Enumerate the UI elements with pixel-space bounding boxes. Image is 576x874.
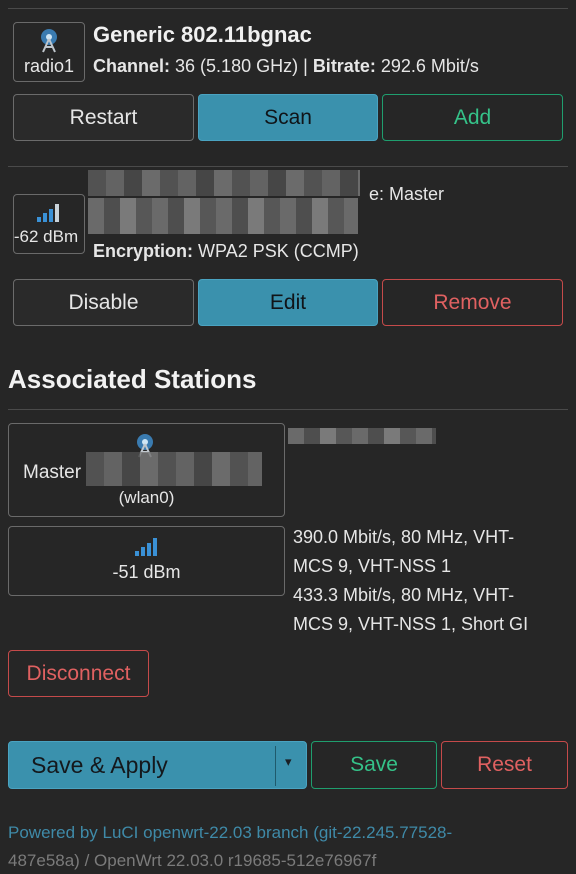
network-signal-badge: -62 dBm <box>13 194 85 254</box>
save-apply-divider <box>275 746 276 786</box>
ssid-redacted-2 <box>88 198 358 234</box>
divider-top <box>8 8 568 9</box>
radio-iface-label: radio1 <box>23 56 75 76</box>
chevron-down-icon[interactable]: ▾ <box>285 754 292 770</box>
station-signal-value: -51 dBm <box>112 562 181 582</box>
station-master-label: Master <box>23 462 82 483</box>
signal-strength-icon <box>134 538 157 556</box>
save-button[interactable]: Save <box>311 741 437 789</box>
station-rate-rx-line2: MCS 9, VHT-NSS 1 <box>293 556 452 576</box>
station-rate-tx-line2: MCS 9, VHT-NSS 1, Short GI <box>293 614 529 634</box>
ssid-redacted <box>88 170 360 196</box>
bitrate-value: 292.6 Mbit/s <box>380 56 479 76</box>
save-apply-button[interactable]: Save & Apply ▾ <box>8 741 307 789</box>
reset-button[interactable]: Reset <box>441 741 568 789</box>
wireless-antenna-icon <box>41 29 57 53</box>
network-mode: e: Master <box>369 184 445 204</box>
encryption-value: WPA2 PSK (CCMP) <box>198 241 359 261</box>
station-signal-box: -51 dBm <box>8 526 285 596</box>
bitrate-label: Bitrate: <box>312 56 376 76</box>
divider-radio <box>8 166 568 167</box>
network-signal-value: -62 dBm <box>13 227 79 246</box>
station-mac-redacted <box>288 428 436 444</box>
scan-button[interactable]: Scan <box>198 94 378 141</box>
footer-powered-by[interactable]: Powered by LuCI openwrt-22.03 branch (gi… <box>8 823 452 843</box>
station-rate-tx-line1: 433.3 Mbit/s, 80 MHz, VHT- <box>293 585 515 605</box>
disconnect-button[interactable]: Disconnect <box>8 650 149 697</box>
stations-heading: Associated Stations <box>8 364 257 394</box>
disable-button[interactable]: Disable <box>13 279 194 326</box>
station-rate-rx-line1: 390.0 Mbit/s, 80 MHz, VHT- <box>293 527 515 547</box>
radio-name: Generic 802.11bgnac <box>93 22 312 47</box>
channel-label: Channel: <box>93 56 171 76</box>
add-button[interactable]: Add <box>382 94 563 141</box>
encryption-label: Encryption: <box>93 241 194 261</box>
footer-version[interactable]: 487e58a) / OpenWrt 22.03.0 r19685-512e76… <box>8 851 376 871</box>
save-apply-label: Save & Apply <box>31 751 168 778</box>
network-encryption: Encryption: WPA2 PSK (CCMP) <box>93 241 359 262</box>
channel-value: 36 (5.180 GHz) <box>175 56 299 76</box>
station-iface: (wlan0) <box>118 488 175 507</box>
remove-button[interactable]: Remove <box>382 279 563 326</box>
restart-button[interactable]: Restart <box>13 94 194 141</box>
station-ssid-redacted <box>86 452 262 486</box>
radio-interface-badge: radio1 <box>13 22 85 82</box>
edit-button[interactable]: Edit <box>198 279 378 326</box>
signal-strength-icon <box>37 204 59 222</box>
radio-details: Channel: 36 (5.180 GHz) | Bitrate: 292.6… <box>93 56 479 77</box>
separator: | <box>303 56 308 76</box>
divider-stations <box>8 409 568 410</box>
